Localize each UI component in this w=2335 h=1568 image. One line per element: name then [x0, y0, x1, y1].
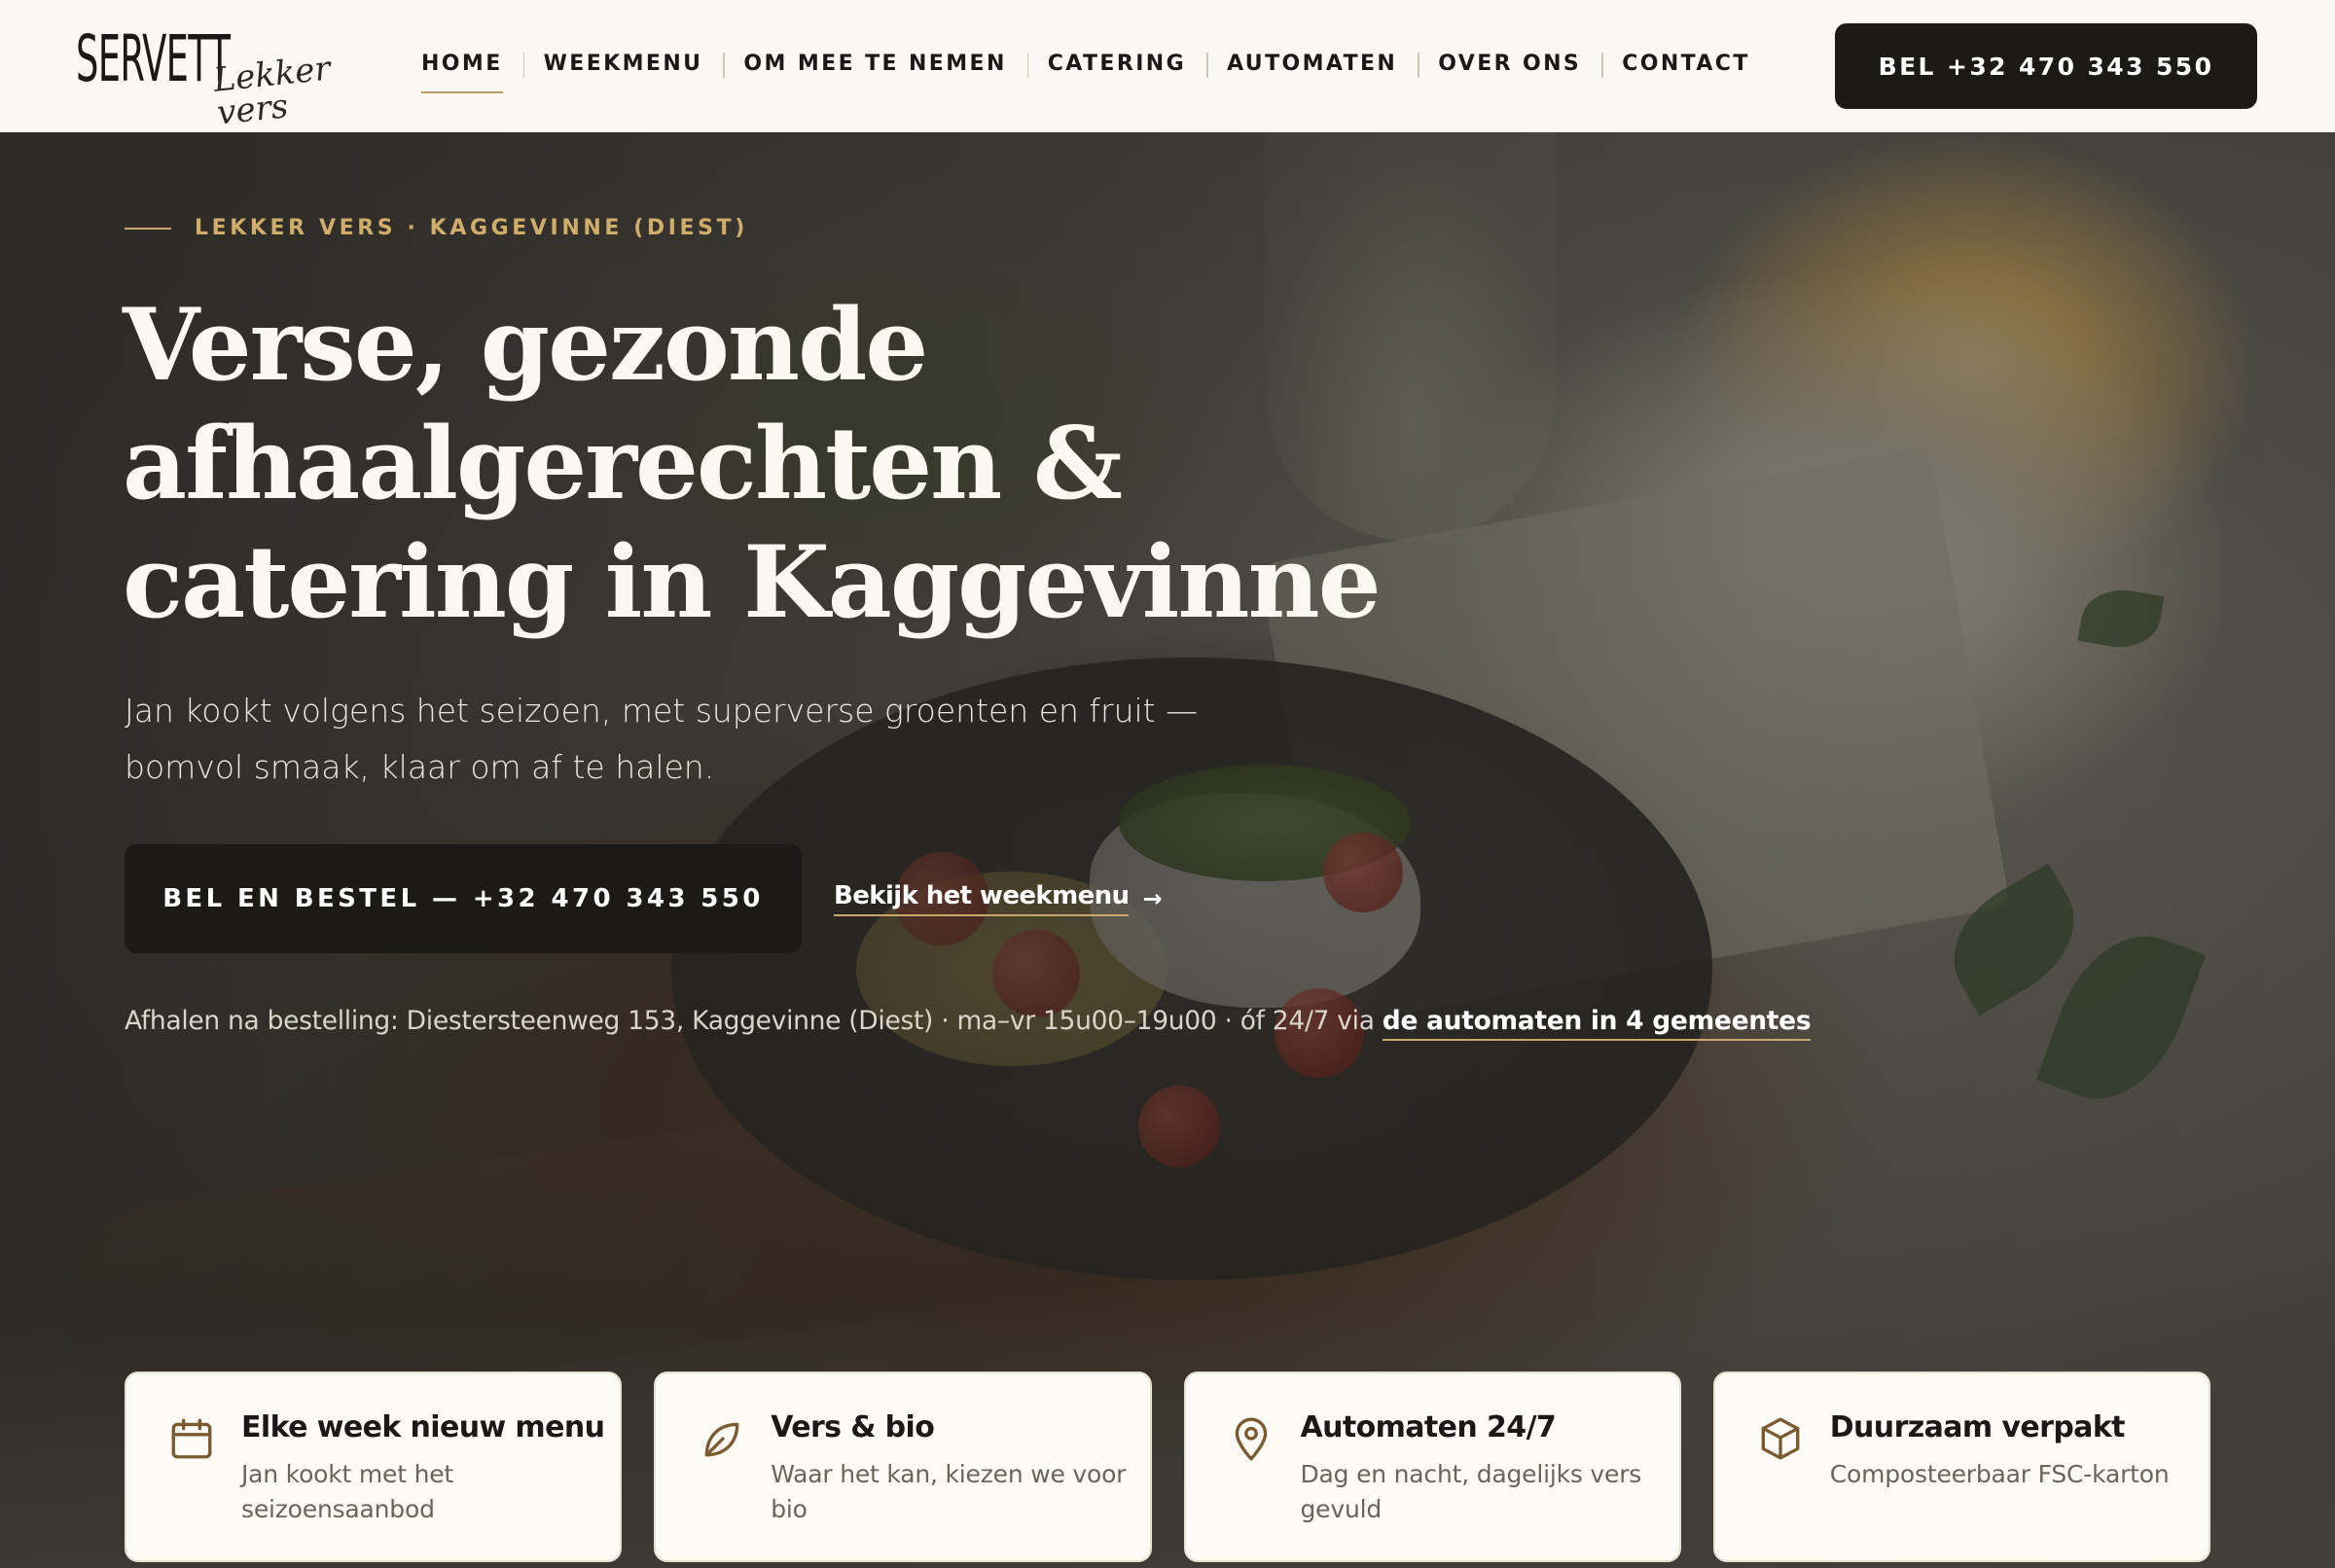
feature-description: Dag en nacht, dagelijks vers gevuld: [1300, 1460, 1642, 1523]
box-icon: [1761, 1417, 1800, 1460]
eyebrow-divider: [125, 227, 171, 230]
feature-title: Elke week nieuw menu: [241, 1410, 605, 1444]
hero-title-line: catering in Kaggevinne: [123, 524, 1382, 641]
leaf-icon: [705, 1422, 739, 1457]
nav-item-om-mee-te-nemen[interactable]: OM MEE TE NEMEN: [723, 45, 1026, 84]
logo-wordmark: SERVETT: [76, 21, 231, 96]
feature-title: Vers & bio: [771, 1410, 935, 1444]
nav-item-weekmenu[interactable]: WEEKMENU: [522, 45, 724, 84]
feature-card: Automaten 24/7 Dag en nacht, dagelijks v…: [1183, 1372, 1681, 1562]
hero-subtitle-line: bomvol smaak, klaar om af te halen.: [125, 748, 715, 786]
weekmenu-link-label: Bekijk het weekmenu: [834, 881, 1130, 916]
feature-description: Composteerbaar FSC-karton: [1829, 1460, 2170, 1488]
nav-item-contact[interactable]: CONTACT: [1601, 45, 1771, 84]
nav-item-automaten[interactable]: AUTOMATEN: [1206, 45, 1418, 84]
eyebrow-text: LEKKER VERS · KAGGEVINNE (DIEST): [195, 216, 748, 240]
call-and-order-button[interactable]: BEL EN BESTEL — +32 470 343 550: [125, 844, 802, 953]
nav-item-home[interactable]: HOME: [413, 45, 523, 93]
hero-title-line: afhaalgerechten &: [123, 406, 1123, 522]
nav-item-catering[interactable]: CATERING: [1026, 45, 1206, 84]
logo-tagline: Lekker vers: [211, 49, 333, 133]
map-pin-icon: [1235, 1417, 1267, 1461]
feature-description: Jan kookt met het seizoensaanbod: [241, 1460, 453, 1523]
feature-description: Waar het kan, kiezen we voor bio: [771, 1460, 1127, 1523]
automaten-link[interactable]: de automaten in 4 gemeentes: [1382, 1006, 1812, 1041]
feature-card: Elke week nieuw menu Jan kookt met het s…: [125, 1372, 623, 1562]
weekmenu-link[interactable]: Bekijk het weekmenu →: [834, 881, 1163, 916]
feature-card: Vers & bio Waar het kan, kiezen we voor …: [654, 1372, 1152, 1562]
feature-cards: Elke week nieuw menu Jan kookt met het s…: [125, 1372, 2210, 1562]
nav-item-over-ons[interactable]: OVER ONS: [1418, 45, 1601, 84]
hero-subtitle-line: Jan kookt volgens het seizoen, met super…: [125, 692, 1199, 730]
calendar-icon: [171, 1418, 212, 1459]
feature-title: Duurzaam verpakt: [1829, 1410, 2126, 1444]
pickup-info: Afhalen na bestelling: Diestersteenweg 1…: [125, 1006, 1812, 1041]
hero-title-line: Verse, gezonde: [123, 287, 928, 404]
feature-title: Automaten 24/7: [1300, 1410, 1557, 1444]
hero-title: Verse, gezonde afhaalgerechten & caterin…: [123, 286, 1485, 642]
hero-subtitle: Jan kookt volgens het seizoen, met super…: [125, 683, 1253, 796]
call-button[interactable]: BEL +32 470 343 550: [1835, 23, 2257, 109]
pickup-info-text: Afhalen na bestelling: Diestersteenweg 1…: [125, 1006, 1383, 1036]
logo[interactable]: SERVETT Lekker vers: [76, 21, 339, 133]
site-header: SERVETT Lekker vers HOME WEEKMENU OM MEE…: [0, 0, 2335, 133]
feature-card: Duurzaam verpakt Composteerbaar FSC-kart…: [1712, 1372, 2210, 1562]
main-nav: HOME WEEKMENU OM MEE TE NEMEN CATERING A…: [413, 45, 1771, 93]
arrow-right-icon: →: [1142, 885, 1162, 912]
hero-eyebrow: LEKKER VERS · KAGGEVINNE (DIEST): [125, 216, 748, 240]
